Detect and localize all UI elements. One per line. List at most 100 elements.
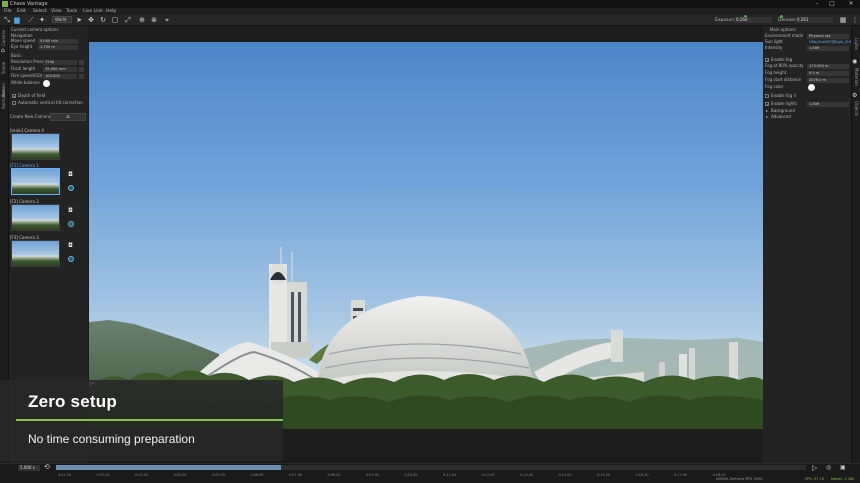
camera-0-thumbnail[interactable] (11, 133, 60, 160)
open-scene-icon[interactable]: ▆ (13, 16, 21, 24)
film-speed-button[interactable] (79, 74, 84, 79)
move-speed-field[interactable]: 5.000 m/s (38, 39, 78, 44)
timeline-tick: 0:05.00 (212, 473, 226, 477)
move-icon[interactable]: ✥ (87, 16, 95, 24)
timeline-tick: 0:14.00 (558, 473, 572, 477)
menu-tools[interactable]: Tools (66, 8, 77, 15)
close-button[interactable]: ✕ (846, 0, 856, 8)
fog-color-label: Fog color (765, 84, 784, 89)
snap-icon[interactable]: ⊗ (150, 16, 158, 24)
fog-color-swatch[interactable] (808, 84, 815, 91)
camera-1-thumbnail[interactable] (11, 168, 60, 195)
select-mode-dropdown[interactable]: World (52, 16, 72, 23)
camera-3-focus-icon[interactable] (68, 256, 74, 262)
camera-2-render-icon[interactable]: ◘ (67, 208, 74, 214)
tab-objects[interactable]: Objects (852, 100, 859, 118)
timeline-tick: 0:12.00 (481, 473, 495, 477)
menu-file[interactable]: File (4, 8, 12, 15)
camera-2-focus-icon[interactable] (68, 221, 74, 227)
viewport-letterbox-top (89, 26, 763, 42)
cursor-icon[interactable]: ➤ (75, 16, 83, 24)
tab-materials[interactable]: Materials (852, 66, 859, 88)
fog-opacity-field[interactable]: 175.590 m (807, 64, 849, 69)
timeline-clock-icon[interactable]: ⟲ (44, 463, 50, 471)
tab-camera[interactable]: Camera (1, 30, 8, 46)
crosshair-icon[interactable]: ⌖ (163, 16, 171, 24)
render-viewport[interactable] (89, 42, 763, 429)
record-button[interactable]: ◎ (826, 464, 831, 471)
maximize-button[interactable]: □ (827, 0, 837, 8)
rotate-icon[interactable]: ↻ (99, 16, 107, 24)
camera-2-thumbnail[interactable] (11, 204, 60, 231)
enable-fog-checkbox[interactable]: ✓ (765, 58, 769, 63)
camera-tab-icon[interactable]: ⌂ (1, 47, 8, 54)
current-time-field[interactable]: 5.000 s (18, 465, 40, 471)
render-button[interactable]: ▣ (840, 464, 846, 471)
camera-1-focus-icon[interactable] (68, 185, 74, 191)
create-camera-button[interactable]: ⌂ (50, 113, 86, 121)
menu-view[interactable]: View (51, 8, 62, 15)
advanced-header[interactable]: Advanced (771, 114, 791, 120)
menu-select[interactable]: Select (33, 8, 47, 15)
enable-lights-label: Enable lights (771, 101, 797, 106)
intensity-label: Intensity (765, 45, 783, 50)
depth-of-field-label: Depth of field (18, 93, 46, 98)
scale-icon[interactable]: ▢ (111, 16, 119, 24)
timeline-tick: 0:17.00 (674, 473, 688, 477)
fog-start-field[interactable]: 2076.0 m (807, 78, 849, 83)
denoise-value[interactable]: 0.261 (795, 17, 833, 23)
timeline-tick: 0:16.00 (635, 473, 649, 477)
depth-of-field-checkbox[interactable]: ✓ (12, 94, 16, 99)
tab-scene[interactable]: Scene (1, 60, 8, 76)
eye-height-field[interactable]: 1.700 m (38, 45, 78, 50)
timeline-tick: 0:03.00 (135, 473, 149, 477)
lights-field[interactable]: 1.806 (807, 102, 849, 107)
enable-lights-checkbox[interactable]: ✓ (765, 102, 769, 107)
light-icon[interactable]: ✦ (38, 16, 46, 24)
caption-subtitle: No time consuming preparation (28, 432, 195, 446)
menu-live-link[interactable]: Live Link (83, 8, 103, 15)
menu-help[interactable]: Help (106, 8, 116, 15)
objects-tab-icon[interactable]: ⚙ (852, 92, 857, 99)
timeline-tick: 0:07.00 (289, 473, 303, 477)
film-speed-field[interactable]: 100.000 (43, 74, 77, 79)
status-fps: FPS: 37.70 (805, 477, 825, 481)
navigate-icon[interactable]: ⤡ (3, 16, 11, 24)
vertical-tilt-checkbox[interactable] (12, 101, 16, 105)
minimize-button[interactable]: – (812, 0, 822, 8)
camera-3-thumbnail[interactable] (11, 240, 60, 267)
focal-length-button[interactable] (79, 67, 84, 72)
panel-layout-icon[interactable]: ▦ (839, 16, 847, 24)
timeline-tick: 0:08.00 (327, 473, 341, 477)
timeline-tick: 0:11.00 (443, 473, 457, 477)
create-camera-label: Create New Camera (10, 114, 51, 119)
menu-dots-icon[interactable]: ⋮ (851, 16, 859, 24)
timeline-tick: 0:15.00 (597, 473, 611, 477)
denoise-slider-handle[interactable] (780, 15, 783, 18)
play-button[interactable]: ▷ (812, 464, 817, 472)
camera-1-render-icon[interactable]: ◘ (67, 172, 74, 178)
timeline-tick: 0:06.00 (250, 473, 264, 477)
tab-animation[interactable]: Animation (1, 88, 8, 110)
advanced-section-arrow[interactable]: ▸ (766, 114, 768, 120)
menu-edit[interactable]: Edit (17, 8, 26, 15)
resolution-preset-label: Resolution Preset (11, 59, 46, 64)
exposure-value[interactable]: 0.260 (734, 17, 772, 23)
resolution-edit-button[interactable] (79, 60, 84, 65)
environment-mode-dropdown[interactable]: Physical sky (807, 34, 849, 39)
lights-tab-icon[interactable]: ◉ (852, 58, 857, 65)
resolution-preset-dropdown[interactable]: 720p (43, 60, 77, 65)
camera-3-render-icon[interactable]: ◘ (67, 243, 74, 249)
enable-fog-lights-checkbox[interactable] (765, 94, 769, 98)
fog-height-field[interactable]: 0.0 m (807, 71, 849, 76)
pick-icon[interactable]: ⟋ (27, 16, 35, 24)
enable-fog-lights-label: Enable fog li (771, 93, 796, 98)
focal-length-field[interactable]: 35.000 mm (43, 67, 77, 72)
measure-icon[interactable]: ⤢ (124, 16, 132, 24)
zoom-icon[interactable]: ⊕ (138, 16, 146, 24)
white-balance-toggle[interactable] (43, 80, 50, 87)
sun-light-link[interactable]: VRaySunSKY@light_SUN (807, 40, 851, 45)
intensity-field[interactable]: 1.806 (807, 46, 849, 51)
caption-title: Zero setup (28, 392, 117, 411)
tab-lights[interactable]: Lights (852, 36, 859, 52)
